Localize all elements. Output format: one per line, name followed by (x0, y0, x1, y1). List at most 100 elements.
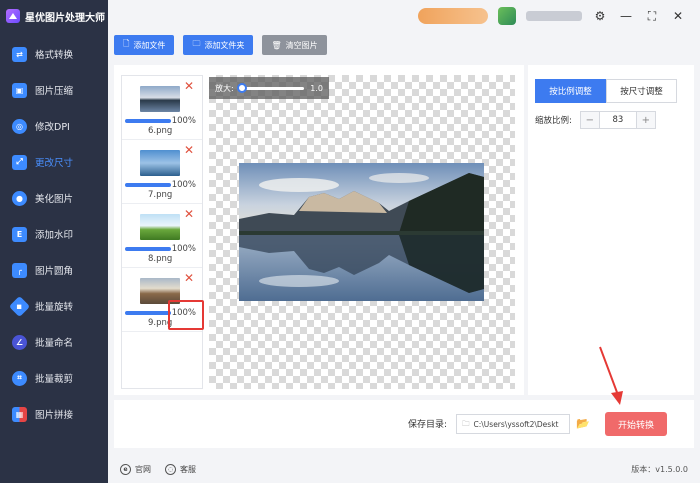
app-title: 星优图片处理大师 (25, 12, 105, 24)
sidebar: 星优图片处理大师 ⇄ 格式转换 ▣ 图片压缩 ◎ 修改DPI ⤢ 更改尺寸 ● … (0, 0, 108, 483)
footer: e 官网 ◌ 客服 版本：v1.5.0.0 (108, 455, 700, 483)
crop-icon: ⌗ (12, 370, 27, 386)
sidebar-item-round-corner[interactable]: ╭ 图片圆角 (0, 252, 108, 288)
decrement-button[interactable]: − (580, 112, 599, 128)
maximize-icon[interactable]: ⛶ (644, 8, 660, 24)
vip-badge[interactable] (418, 8, 488, 24)
sidebar-item-label: 图片圆角 (35, 266, 74, 277)
scale-input[interactable]: 83 (598, 112, 637, 128)
format-convert-icon: ⇄ (12, 46, 27, 62)
website-label: 官网 (135, 464, 151, 474)
minimize-icon[interactable]: — (618, 8, 634, 24)
progress-text: 100% (171, 180, 196, 190)
sidebar-item-watermark[interactable]: E 添加水印 (0, 216, 108, 252)
zoom-slider-handle[interactable] (236, 82, 247, 93)
delete-icon[interactable]: ✕ (184, 272, 194, 284)
app-logo-icon (6, 9, 20, 23)
clear-images-button[interactable]: 🗑 清空图片 (262, 35, 327, 55)
progress-highlight-box (168, 300, 204, 330)
scale-row: 缩放比例: − 83 + (535, 111, 656, 129)
beautify-icon: ● (12, 190, 27, 206)
list-item[interactable]: ✕ 100% 7.png (122, 140, 202, 204)
open-folder-icon[interactable]: 📂 (576, 417, 590, 430)
zoom-slider[interactable] (236, 82, 305, 93)
thumbnail (140, 86, 180, 112)
add-folder-button[interactable]: 🗀 添加文件夹 (183, 35, 254, 55)
round-corner-icon: ╭ (12, 262, 27, 278)
dpi-icon: ◎ (12, 118, 27, 134)
tab-by-ratio[interactable]: 按比例调整 (535, 79, 606, 103)
tab-by-size[interactable]: 按尺寸调整 (606, 79, 677, 103)
progress-text: 100% (171, 116, 196, 126)
delete-icon[interactable]: ✕ (184, 208, 194, 220)
list-item[interactable]: ✕ 100% 6.png (122, 76, 202, 140)
file-list[interactable]: ✕ 100% 6.png ✕ 100% 7.png ✕ 100% 8.png ✕… (121, 75, 203, 389)
save-dir-value: C:\Users\yssoft2\Deskt (473, 419, 559, 429)
delete-icon[interactable]: ✕ (184, 80, 194, 92)
sidebar-item-label: 美化图片 (35, 194, 74, 205)
sidebar-item-rotate[interactable]: ◆ 批量旋转 (0, 288, 108, 324)
trash-icon: 🗑 (271, 40, 282, 50)
sidebar-item-stitch[interactable]: ▦ 图片拼接 (0, 396, 108, 432)
sidebar-item-rename[interactable]: ∠ 批量命名 (0, 324, 108, 360)
zoom-label: 放大: (215, 83, 234, 93)
progress-bar (125, 311, 171, 315)
sidebar-item-label: 格式转换 (35, 50, 74, 61)
app-title-bar: 星优图片处理大师 (0, 0, 108, 32)
sidebar-item-format-convert[interactable]: ⇄ 格式转换 (0, 36, 108, 72)
list-item[interactable]: ✕ 100% 8.png (122, 204, 202, 268)
save-dir-label: 保存目录: (408, 420, 448, 430)
zoom-control: 放大: 1.0 (209, 77, 329, 99)
progress-bar (125, 119, 171, 123)
output-bar: 保存目录: 🗀 C:\Users\yssoft2\Deskt 📂 开始转换 (114, 400, 694, 448)
save-dir-field[interactable]: 🗀 C:\Users\yssoft2\Deskt (456, 414, 570, 434)
main-panel: ✕ 100% 6.png ✕ 100% 7.png ✕ 100% 8.png ✕… (114, 65, 524, 395)
support-link[interactable]: ◌ 客服 (165, 463, 196, 475)
scale-label: 缩放比例: (535, 116, 572, 126)
sidebar-item-label: 批量裁剪 (35, 374, 74, 385)
file-icon: 🗋 (123, 39, 130, 48)
sidebar-item-resize[interactable]: ⤢ 更改尺寸 (0, 144, 108, 180)
settings-icon[interactable]: ⚙ (592, 8, 608, 24)
increment-button[interactable]: + (636, 112, 655, 128)
rotate-icon: ◆ (8, 295, 31, 317)
rename-icon: ∠ (12, 334, 27, 350)
add-file-button[interactable]: 🗋 添加文件 (114, 35, 175, 55)
sidebar-item-dpi[interactable]: ◎ 修改DPI (0, 108, 108, 144)
image-preview: 放大: 1.0 (209, 75, 515, 389)
sidebar-item-label: 批量旋转 (35, 302, 74, 313)
user-name (526, 11, 582, 21)
support-label: 客服 (180, 464, 196, 474)
progress-bar (125, 183, 171, 187)
thumbnail (140, 214, 180, 240)
thumbnail (140, 150, 180, 176)
progress-bar (125, 247, 171, 251)
zoom-value: 1.0 (310, 83, 323, 93)
file-name: 7.png (148, 190, 173, 200)
avatar[interactable] (498, 7, 516, 25)
close-icon[interactable]: ✕ (670, 8, 686, 24)
arrow-annotation (599, 346, 623, 405)
folder-icon: 🗀 (192, 39, 201, 48)
chat-icon: ◌ (165, 463, 176, 475)
resize-icon: ⤢ (12, 154, 27, 170)
add-folder-label: 添加文件夹 (204, 40, 245, 50)
sidebar-item-label: 图片拼接 (35, 410, 74, 421)
sidebar-item-crop[interactable]: ⌗ 批量裁剪 (0, 360, 108, 396)
clear-images-label: 清空图片 (285, 40, 318, 50)
globe-icon: e (120, 463, 131, 475)
sidebar-item-label: 添加水印 (35, 230, 74, 241)
compress-icon: ▣ (12, 82, 27, 98)
stitch-icon: ▦ (12, 406, 27, 422)
sidebar-nav: ⇄ 格式转换 ▣ 图片压缩 ◎ 修改DPI ⤢ 更改尺寸 ● 美化图片 E 添加… (0, 36, 108, 432)
sidebar-item-compress[interactable]: ▣ 图片压缩 (0, 72, 108, 108)
resize-mode-tabs: 按比例调整 按尺寸调整 (535, 79, 677, 103)
delete-icon[interactable]: ✕ (184, 144, 194, 156)
sidebar-item-label: 批量命名 (35, 338, 74, 349)
version-text: 版本：v1.5.0.0 (631, 465, 688, 474)
sidebar-item-label: 更改尺寸 (35, 158, 74, 169)
website-link[interactable]: e 官网 (120, 463, 151, 475)
sidebar-item-beautify[interactable]: ● 美化图片 (0, 180, 108, 216)
start-convert-button[interactable]: 开始转换 (605, 412, 667, 436)
file-name: 8.png (148, 254, 173, 264)
